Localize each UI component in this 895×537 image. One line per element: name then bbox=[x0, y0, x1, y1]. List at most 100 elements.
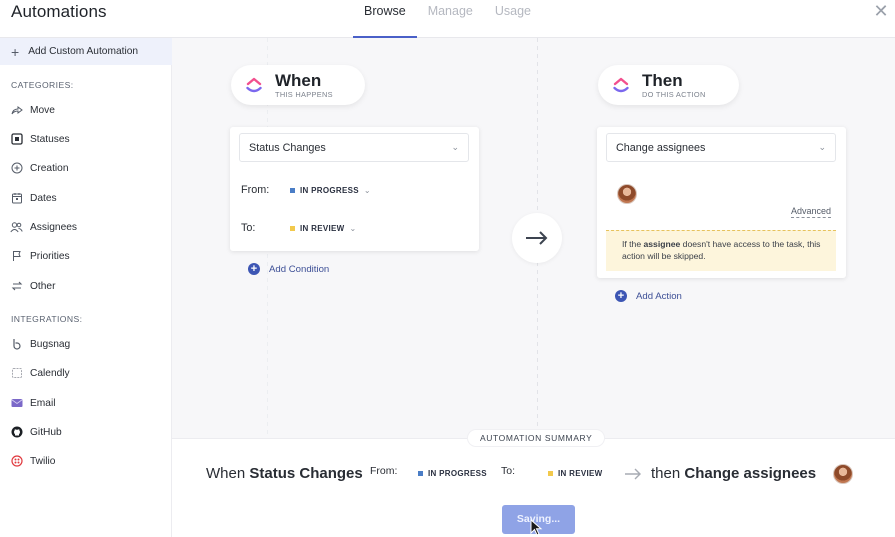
twilio-icon bbox=[10, 455, 23, 468]
sidebar-item-label: Email bbox=[30, 397, 56, 409]
add-action-label: Add Action bbox=[636, 290, 682, 302]
action-select[interactable]: Change assignees ⌄ bbox=[606, 133, 836, 162]
plus-icon: + bbox=[11, 43, 20, 60]
summary-assignee-avatar bbox=[833, 464, 853, 484]
then-subtitle: DO THIS ACTION bbox=[642, 89, 706, 99]
sidebar-item-label: GitHub bbox=[30, 426, 62, 438]
status-square-icon bbox=[10, 133, 23, 146]
status-color-swatch bbox=[290, 188, 295, 193]
add-custom-automation-button[interactable]: + Add Custom Automation bbox=[0, 38, 172, 65]
summary-then: then Change assignees bbox=[651, 465, 817, 482]
sidebar-item-github[interactable]: GitHub bbox=[0, 421, 172, 443]
when-title: When bbox=[275, 70, 322, 90]
sidebar-item-label: Statuses bbox=[30, 133, 70, 145]
arrow-connector bbox=[512, 213, 562, 263]
add-condition-label: Add Condition bbox=[269, 263, 330, 275]
swap-icon bbox=[10, 280, 23, 293]
chevron-down-icon: ⌄ bbox=[818, 142, 826, 152]
sidebar-item-priorities[interactable]: Priorities bbox=[0, 245, 172, 267]
page-title: Automations bbox=[11, 2, 107, 21]
header: Automations Browse Manage Usage ✕ bbox=[0, 0, 895, 38]
sidebar-item-statuses[interactable]: Statuses bbox=[0, 128, 172, 150]
summary-when: When Status Changes bbox=[206, 465, 363, 482]
close-icon[interactable]: ✕ bbox=[871, 1, 891, 21]
add-action-button[interactable]: + Add Action bbox=[615, 290, 682, 302]
status-color-swatch bbox=[548, 471, 553, 476]
sidebar-item-label: Other bbox=[30, 280, 56, 292]
sidebar-item-email[interactable]: Email bbox=[0, 392, 172, 414]
when-card: Status Changes ⌄ From: IN PROGRESS ⌄ To:… bbox=[230, 127, 479, 251]
trigger-value: Status Changes bbox=[249, 141, 326, 154]
trigger-select[interactable]: Status Changes ⌄ bbox=[239, 133, 469, 162]
summary-trigger: Status Changes bbox=[249, 465, 363, 482]
sidebar-item-label: Calendly bbox=[30, 367, 70, 379]
mouse-cursor-icon bbox=[530, 519, 543, 536]
access-warning: If the assignee doesn't have access to t… bbox=[606, 230, 836, 271]
calendar-icon bbox=[10, 192, 23, 205]
integrations-label: INTEGRATIONS: bbox=[11, 314, 83, 324]
sidebar-item-twilio[interactable]: Twilio bbox=[0, 450, 172, 472]
automation-builder-canvas: When THIS HAPPENS Status Changes ⌄ From:… bbox=[172, 38, 895, 438]
sidebar-item-bugsnag[interactable]: Bugsnag bbox=[0, 333, 172, 355]
to-status-value: IN REVIEW bbox=[300, 224, 345, 233]
plus-circle-icon: + bbox=[615, 290, 627, 302]
sidebar-item-label: Dates bbox=[30, 192, 57, 204]
advanced-link[interactable]: Advanced bbox=[791, 206, 832, 218]
summary-from-label: From: bbox=[370, 465, 398, 477]
bugsnag-icon bbox=[10, 338, 23, 351]
calendly-icon bbox=[10, 367, 23, 380]
status-color-swatch bbox=[418, 471, 423, 476]
status-color-swatch bbox=[290, 226, 295, 231]
sidebar-item-creation[interactable]: Creation bbox=[0, 157, 172, 179]
sidebar-item-label: Twilio bbox=[30, 455, 56, 467]
then-header: Then DO THIS ACTION bbox=[598, 65, 739, 105]
sidebar-item-label: Assignees bbox=[30, 221, 78, 233]
add-circle-icon bbox=[10, 162, 23, 175]
clickup-logo-icon bbox=[246, 77, 262, 93]
to-status-select[interactable]: IN REVIEW ⌄ bbox=[290, 224, 357, 233]
tab-usage[interactable]: Usage bbox=[484, 0, 542, 38]
github-icon bbox=[10, 426, 23, 439]
then-card: Change assignees ⌄ Advanced If the assig… bbox=[597, 127, 846, 278]
sidebar-item-label: Priorities bbox=[30, 250, 70, 262]
sidebar-item-assignees[interactable]: Assignees bbox=[0, 216, 172, 238]
sidebar-item-dates[interactable]: Dates bbox=[0, 187, 172, 209]
summary-to-label: To: bbox=[501, 465, 516, 477]
from-status-select[interactable]: IN PROGRESS ⌄ bbox=[290, 186, 371, 195]
arrow-right-icon bbox=[625, 468, 641, 480]
when-subtitle: THIS HAPPENS bbox=[275, 89, 333, 99]
tab-bar: Browse Manage Usage bbox=[353, 0, 542, 38]
when-header: When THIS HAPPENS bbox=[231, 65, 365, 105]
sidebar-item-calendly[interactable]: Calendly bbox=[0, 362, 172, 384]
from-status-value: IN PROGRESS bbox=[300, 186, 359, 195]
add-condition-button[interactable]: + Add Condition bbox=[248, 263, 329, 275]
categories-label: CATEGORIES: bbox=[11, 80, 74, 90]
add-custom-automation-label: Add Custom Automation bbox=[28, 46, 139, 57]
sidebar-item-label: Bugsnag bbox=[30, 338, 71, 350]
clickup-logo-icon bbox=[613, 77, 629, 93]
summary-action: Change assignees bbox=[684, 465, 817, 482]
assignee-avatar[interactable] bbox=[617, 184, 637, 204]
chevron-down-icon: ⌄ bbox=[451, 142, 459, 152]
to-label: To: bbox=[241, 222, 256, 234]
arrow-right-icon bbox=[526, 231, 548, 245]
tab-manage[interactable]: Manage bbox=[417, 0, 484, 38]
sidebar-item-other[interactable]: Other bbox=[0, 275, 172, 297]
from-label: From: bbox=[241, 184, 270, 196]
users-icon bbox=[10, 221, 23, 234]
summary-label: AUTOMATION SUMMARY bbox=[468, 430, 605, 446]
chevron-down-icon: ⌄ bbox=[349, 224, 357, 233]
tab-browse[interactable]: Browse bbox=[353, 0, 417, 38]
chevron-down-icon: ⌄ bbox=[363, 186, 371, 195]
flag-icon bbox=[10, 250, 23, 263]
summary-from-status: IN PROGRESS bbox=[418, 469, 487, 478]
then-title: Then bbox=[642, 70, 683, 90]
plus-circle-icon: + bbox=[248, 263, 260, 275]
email-icon bbox=[10, 397, 23, 410]
action-value: Change assignees bbox=[616, 141, 706, 154]
share-arrow-icon bbox=[10, 104, 23, 117]
sidebar-item-label: Move bbox=[30, 104, 55, 116]
sidebar-item-label: Creation bbox=[30, 162, 69, 174]
sidebar-item-move[interactable]: Move bbox=[0, 99, 172, 121]
sidebar: + Add Custom Automation CATEGORIES: Move… bbox=[0, 38, 172, 537]
